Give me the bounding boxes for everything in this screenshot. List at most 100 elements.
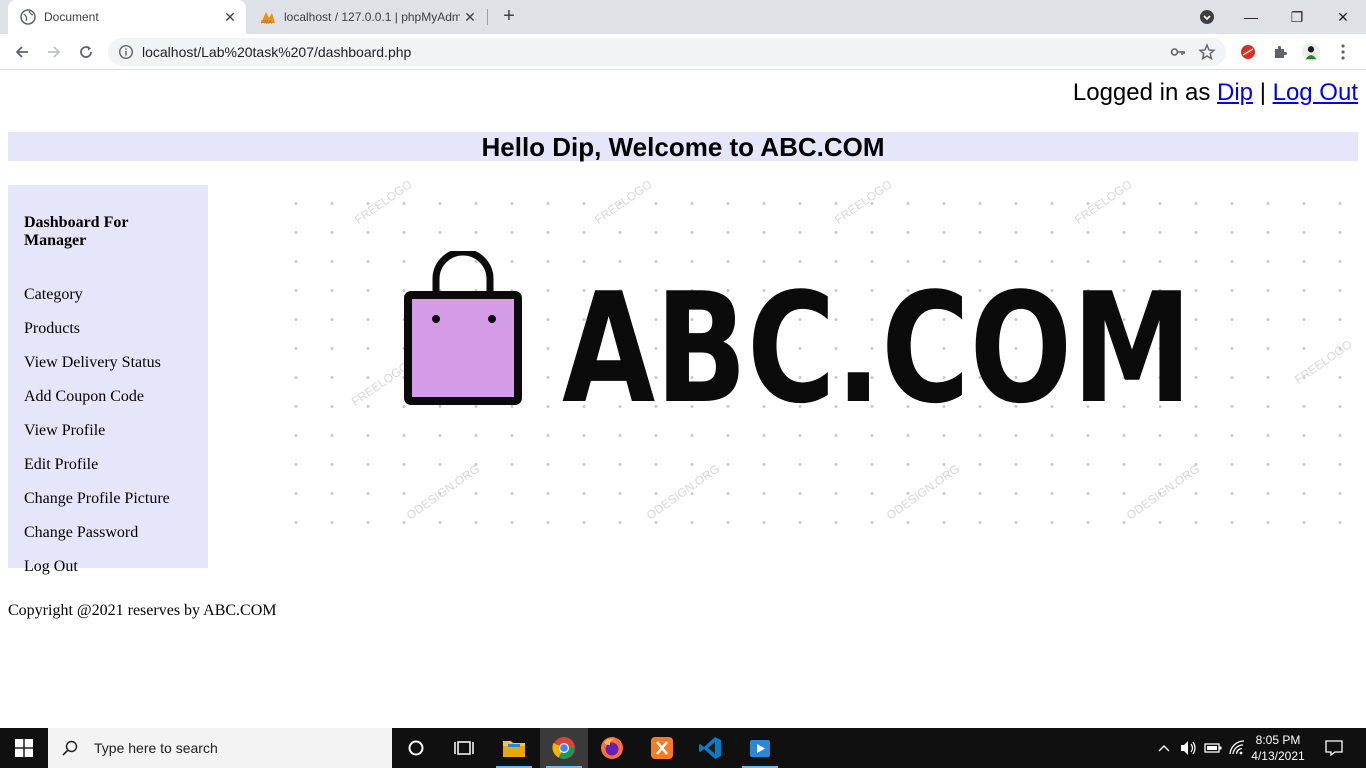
sidebar-item-log-out[interactable]: Log Out: [24, 558, 192, 592]
media-player-icon: [750, 740, 770, 757]
taskbar-chrome[interactable]: [540, 728, 588, 768]
network-button[interactable]: [1226, 728, 1248, 768]
notification-icon: [1325, 740, 1343, 756]
clock-date: 4/13/2021: [1251, 749, 1305, 763]
system-clock[interactable]: 8:05 PM 4/13/2021: [1246, 732, 1310, 764]
sidebar-item-change-profile-picture[interactable]: Change Profile Picture: [24, 490, 192, 524]
task-view-icon: [454, 741, 474, 755]
watermark: FREELOGO: [352, 177, 415, 227]
back-arrow-icon: [15, 46, 28, 58]
tab-title: Document: [44, 10, 99, 24]
back-button[interactable]: [8, 38, 36, 66]
chrome-icon: [552, 737, 575, 759]
taskbar-search-box[interactable]: Type here to search: [48, 728, 392, 768]
volume-icon: [1181, 741, 1196, 755]
taskbar-xampp[interactable]: [638, 728, 686, 768]
sidebar-item-products[interactable]: Products: [24, 320, 192, 354]
browser-toolbar: localhost/Lab%20task%207/dashboard.php: [0, 34, 1366, 70]
username-link[interactable]: Dip: [1217, 79, 1253, 106]
chevron-down-icon: [1200, 10, 1214, 24]
logout-link[interactable]: Log Out: [1273, 79, 1358, 106]
windows-taskbar: Type here to search 8:05 PM 4/13/2021: [0, 728, 1366, 768]
login-prefix: Logged in as: [1072, 79, 1211, 106]
battery-button[interactable]: [1202, 728, 1224, 768]
taskbar-firefox[interactable]: [588, 728, 636, 768]
url-text: localhost/Lab%20task%207/dashboard.php: [142, 44, 412, 60]
xampp-icon: [651, 737, 673, 759]
sidebar-menu: Category Products View Delivery Status A…: [24, 286, 192, 592]
reload-button[interactable]: [72, 38, 100, 66]
sidebar-item-change-password[interactable]: Change Password: [24, 524, 192, 558]
sidebar-item-edit-profile[interactable]: Edit Profile: [24, 456, 192, 490]
extension-red-icon[interactable]: [1239, 43, 1257, 61]
windows-logo-icon: [15, 739, 33, 757]
reload-icon: [80, 46, 92, 58]
chevron-up-icon: [1158, 745, 1170, 752]
taskbar-vscode[interactable]: [686, 728, 734, 768]
footer-copyright: Copyright @2021 reserves by ABC.COM: [8, 602, 277, 619]
logo-wordmark: ABC.COM: [562, 285, 1192, 415]
clock-time: 8:05 PM: [1255, 733, 1301, 747]
watermark: ODESIGN.ORG: [883, 461, 963, 523]
start-button[interactable]: [0, 728, 48, 768]
bookmark-star-icon[interactable]: [1198, 43, 1216, 61]
sidebar-heading: Dashboard For Manager: [24, 214, 129, 249]
tab-close-icon[interactable]: ✕: [460, 7, 480, 27]
globe-icon: [20, 9, 36, 25]
sidebar-item-add-coupon-code[interactable]: Add Coupon Code: [24, 388, 192, 422]
watermark: FREELOGO: [1292, 337, 1355, 387]
watermark: ODESIGN.ORG: [643, 461, 723, 523]
taskbar-media-app[interactable]: [736, 728, 784, 768]
minimize-button[interactable]: —: [1228, 0, 1274, 34]
forward-button[interactable]: [40, 38, 68, 66]
vscode-icon: [699, 737, 721, 759]
tab-title: localhost / 127.0.0.1 | phpMyAdmin: [284, 10, 460, 24]
profile-avatar[interactable]: [1302, 43, 1320, 61]
volume-button[interactable]: [1178, 728, 1200, 768]
show-hidden-icons-button[interactable]: [1154, 728, 1174, 768]
tab-strip: Document ✕ PMA localhost / 127.0.0.1 | p…: [0, 0, 1366, 34]
shopping-bag-icon: [404, 251, 522, 405]
sidebar-item-view-profile[interactable]: View Profile: [24, 422, 192, 456]
watermark: FREELOGO: [832, 177, 895, 227]
logo-text: ABC.COM: [562, 285, 1192, 415]
taskbar-file-explorer[interactable]: [490, 728, 538, 768]
cortana-circle-icon: [408, 740, 424, 756]
manager-sidebar: Dashboard For Manager Category Products …: [8, 185, 208, 575]
notifications-button[interactable]: [1314, 728, 1354, 768]
watermark: ODESIGN.ORG: [403, 461, 483, 523]
login-separator: |: [1259, 79, 1266, 106]
phpmyadmin-icon: PMA: [260, 9, 276, 25]
tab-close-icon[interactable]: ✕: [220, 7, 240, 27]
watermark: FREELOGO: [592, 177, 655, 227]
welcome-banner: Hello Dip, Welcome to ABC.COM: [8, 132, 1358, 162]
address-bar[interactable]: localhost/Lab%20task%207/dashboard.php: [108, 38, 1226, 66]
restore-button[interactable]: ❐: [1274, 0, 1320, 34]
logo-image: FREELOGO FREELOGO FREELOGO FREELOGO FREE…: [270, 177, 1360, 535]
chrome-menu-icon[interactable]: [1334, 43, 1352, 61]
firefox-icon: [601, 737, 623, 759]
login-status: Logged in as Dip | Log Out: [1073, 79, 1358, 107]
new-tab-button[interactable]: +: [498, 6, 520, 28]
key-icon[interactable]: [1170, 44, 1186, 60]
info-icon[interactable]: [118, 44, 134, 60]
search-icon: [62, 740, 78, 756]
wifi-icon: [1229, 740, 1245, 755]
page-content: Logged in as Dip | Log Out Hello Dip, We…: [0, 71, 1366, 728]
close-window-button[interactable]: ✕: [1320, 0, 1366, 34]
tab-phpmyadmin[interactable]: PMA localhost / 127.0.0.1 | phpMyAdmin ✕: [250, 0, 486, 34]
tab-document[interactable]: Document ✕: [8, 0, 246, 34]
forward-arrow-icon: [48, 46, 61, 58]
task-view-button[interactable]: [440, 728, 488, 768]
tab-search-button[interactable]: [1184, 0, 1230, 34]
watermark: ODESIGN.ORG: [1123, 461, 1203, 523]
tab-separator: [487, 9, 488, 25]
sidebar-item-category[interactable]: Category: [24, 286, 192, 320]
svg-text:PMA: PMA: [261, 20, 273, 25]
watermark: FREELOGO: [1072, 177, 1135, 227]
cortana-button[interactable]: [392, 728, 440, 768]
extensions-puzzle-icon[interactable]: [1271, 43, 1289, 61]
battery-icon: [1204, 743, 1222, 753]
sidebar-item-view-delivery-status[interactable]: View Delivery Status: [24, 354, 192, 388]
folder-icon: [503, 741, 525, 757]
